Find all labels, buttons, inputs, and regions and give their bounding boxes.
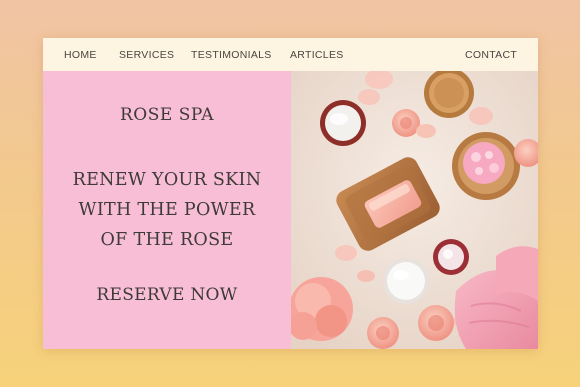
nav-link-services[interactable]: SERVICES xyxy=(119,49,174,61)
bath-sponge xyxy=(291,277,353,341)
brand-title: ROSE SPA xyxy=(120,105,214,125)
top-navigation: HOME SERVICES TESTIMONIALS ARTICLES CONT… xyxy=(43,38,538,71)
nav-link-contact[interactable]: CONTACT xyxy=(465,49,517,61)
cream-jar-top xyxy=(320,100,366,146)
headline-line-2: WITH THE POWER xyxy=(78,200,256,220)
hero-headline: RENEW YOUR SKIN WITH THE POWER OF THE RO… xyxy=(43,165,291,255)
nav-link-testimonials[interactable]: TESTIMONIALS xyxy=(191,49,272,61)
pink-salt-bowl xyxy=(452,132,520,200)
hero-text-panel: ROSE SPA RENEW YOUR SKIN WITH THE POWER … xyxy=(43,71,291,349)
spa-products-illustration xyxy=(291,71,538,349)
headline-line-3: OF THE ROSE xyxy=(100,230,234,250)
cream-jar-red xyxy=(433,239,469,275)
spa-products-photo xyxy=(291,71,538,349)
nav-link-home[interactable]: HOME xyxy=(64,49,97,61)
reserve-now-link[interactable]: RESERVE NOW xyxy=(43,285,291,305)
website-mockup: HOME SERVICES TESTIMONIALS ARTICLES CONT… xyxy=(43,38,538,349)
cream-jar-white xyxy=(383,258,429,304)
headline-line-1: RENEW YOUR SKIN xyxy=(72,170,262,190)
nav-link-articles[interactable]: ARTICLES xyxy=(290,49,344,61)
